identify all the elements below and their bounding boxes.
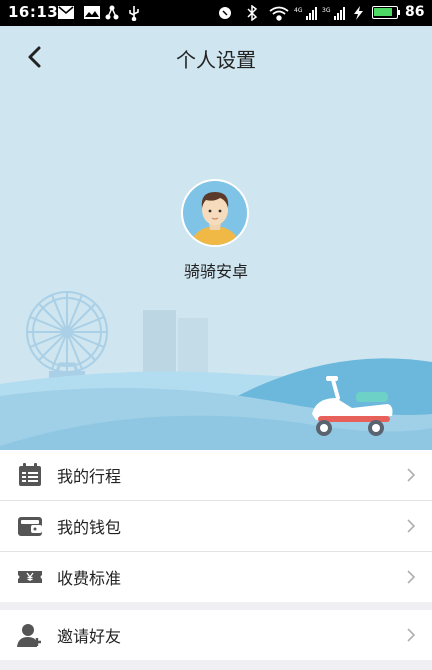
network-badge-1: 4G	[294, 7, 303, 14]
avatar[interactable]	[180, 178, 250, 248]
menu-item-label: 邀请好友	[57, 627, 122, 646]
menu-item-label: 我的行程	[57, 467, 122, 486]
signal-3g-icon: 3G	[322, 7, 345, 20]
username: 骑骑安卓	[183, 262, 248, 281]
battery-tip	[398, 10, 400, 15]
alarm-icon	[219, 7, 231, 19]
chevron-right-icon	[407, 570, 416, 584]
profile-header: 个人设置 骑骑安卓	[0, 26, 432, 450]
menu-item-my-trips[interactable]: 我的行程	[0, 450, 432, 500]
status-time: 16:13	[8, 3, 59, 21]
battery-level: 86	[405, 4, 425, 20]
add-user-icon	[17, 624, 41, 647]
wifi-icon	[269, 6, 289, 21]
share-icon	[105, 5, 119, 20]
ticket-yuan-icon	[18, 571, 42, 583]
menu-item-pricing[interactable]: 收费标准	[0, 551, 432, 602]
battery-fill	[374, 8, 392, 16]
network-badge-2: 3G	[322, 7, 331, 14]
notification-icons	[58, 5, 139, 21]
status-bar: 16:13 4G 3G 86	[0, 0, 432, 26]
wallet-icon	[18, 517, 42, 536]
menu-item-invite-friends[interactable]: 邀请好友	[0, 610, 432, 660]
mail-icon	[58, 6, 74, 19]
battery-icon	[372, 6, 398, 19]
menu-group-main: 我的行程 我的钱包 收费标准	[0, 450, 432, 602]
chevron-right-icon	[407, 519, 416, 533]
signal-4g-icon: 4G	[294, 7, 317, 20]
calendar-icon	[19, 463, 41, 486]
menu-item-my-wallet[interactable]: 我的钱包	[0, 500, 432, 551]
page-title: 个人设置	[176, 48, 256, 72]
menu-item-label: 我的钱包	[57, 518, 122, 537]
image-icon	[84, 6, 100, 19]
bluetooth-icon	[247, 5, 258, 21]
system-icons: 4G 3G	[219, 5, 363, 21]
chevron-right-icon	[407, 628, 416, 642]
usb-icon	[129, 6, 139, 21]
menu-group-invite: 邀请好友	[0, 610, 432, 660]
chevron-right-icon	[407, 468, 416, 482]
ferris-wheel-icon	[26, 291, 108, 381]
menu-item-label: 收费标准	[57, 569, 122, 588]
charging-icon	[354, 6, 363, 20]
